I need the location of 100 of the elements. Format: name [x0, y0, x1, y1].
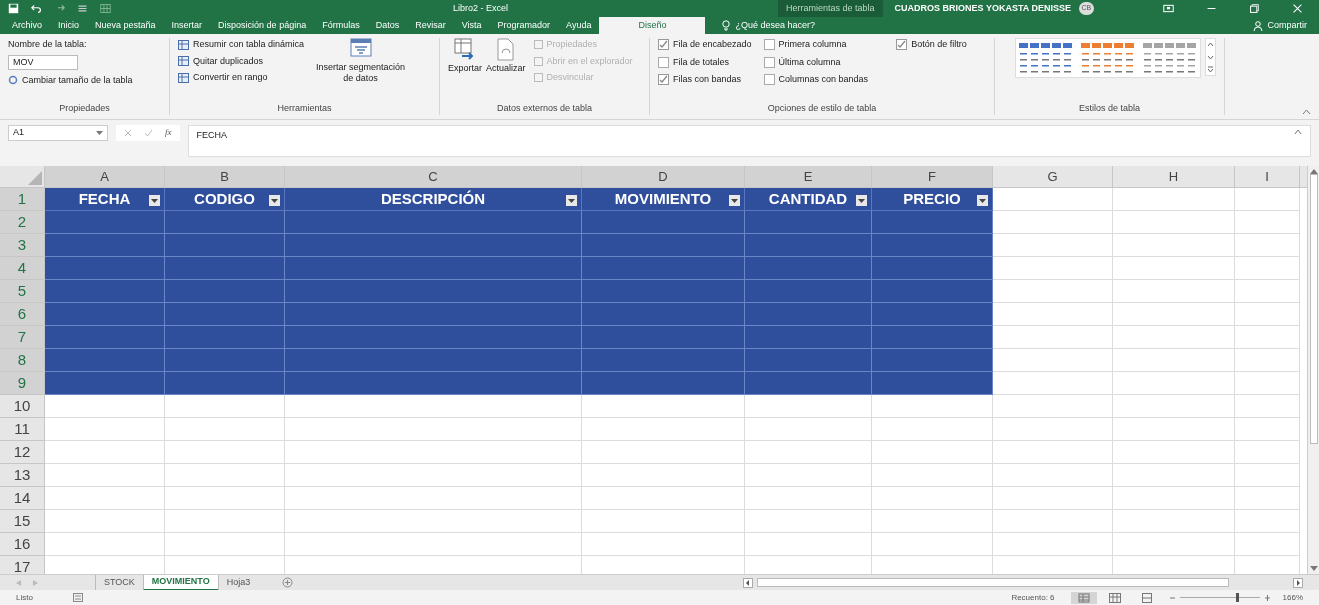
filter-button[interactable]: [729, 195, 740, 206]
grid-cell[interactable]: [1235, 441, 1300, 464]
row-header[interactable]: 8: [0, 349, 45, 372]
name-box[interactable]: A1: [8, 125, 108, 141]
grid-cell[interactable]: [993, 510, 1113, 533]
table-cell[interactable]: [285, 257, 582, 280]
grid-cell[interactable]: [165, 395, 285, 418]
ribbon-tab[interactable]: Revisar: [407, 17, 454, 34]
zoom-in-icon[interactable]: [1263, 592, 1271, 603]
grid-cell[interactable]: [1235, 280, 1300, 303]
grid-cell[interactable]: [993, 487, 1113, 510]
table-cell[interactable]: [872, 349, 993, 372]
column-header[interactable]: G: [993, 166, 1113, 187]
column-header[interactable]: B: [165, 166, 285, 187]
grid-cell[interactable]: [1235, 349, 1300, 372]
table-cell[interactable]: [45, 349, 165, 372]
grid-cell[interactable]: [1235, 487, 1300, 510]
table-cell[interactable]: [285, 349, 582, 372]
table-cell[interactable]: [582, 349, 745, 372]
grid-cell[interactable]: [745, 487, 872, 510]
grid-cell[interactable]: [1235, 303, 1300, 326]
filter-button[interactable]: [566, 195, 577, 206]
grid-cell[interactable]: [285, 533, 582, 556]
grid-cell[interactable]: [1113, 464, 1235, 487]
row-header[interactable]: 15: [0, 510, 45, 533]
more-styles-icon[interactable]: [1206, 63, 1215, 75]
table-header-cell[interactable]: CODIGO: [165, 188, 285, 211]
grid-cell[interactable]: [993, 303, 1113, 326]
grid-cell[interactable]: [1235, 188, 1300, 211]
table-header-cell[interactable]: CANTIDAD: [745, 188, 872, 211]
grid-cell[interactable]: [582, 510, 745, 533]
grid-cell[interactable]: [993, 372, 1113, 395]
ribbon-tab[interactable]: Disposición de página: [210, 17, 315, 34]
ribbon-big-button[interactable]: Exportar: [448, 38, 482, 85]
row-header[interactable]: 9: [0, 372, 45, 395]
row-header[interactable]: 4: [0, 257, 45, 280]
table-cell[interactable]: [582, 234, 745, 257]
ribbon-tab[interactable]: Inicio: [50, 17, 88, 34]
filter-button[interactable]: [269, 195, 280, 206]
grid-cell[interactable]: [1113, 211, 1235, 234]
column-header[interactable]: E: [745, 166, 872, 187]
next-sheet-icon[interactable]: [33, 579, 38, 586]
table-cell[interactable]: [285, 372, 582, 395]
grid-cell[interactable]: [872, 464, 993, 487]
grid-cell[interactable]: [872, 510, 993, 533]
grid-cell[interactable]: [993, 257, 1113, 280]
grid-cell[interactable]: [993, 464, 1113, 487]
table-style-swatch[interactable]: [1018, 41, 1074, 75]
tool-button[interactable]: Resumir con tabla dinámica: [178, 38, 305, 52]
row-header[interactable]: 5: [0, 280, 45, 303]
grid-cell[interactable]: [45, 533, 165, 556]
grid-cell[interactable]: [1113, 418, 1235, 441]
table-cell[interactable]: [582, 280, 745, 303]
grid-cell[interactable]: [1235, 418, 1300, 441]
row-header[interactable]: 11: [0, 418, 45, 441]
grid-cell[interactable]: [1113, 487, 1235, 510]
table-header-cell[interactable]: FECHA: [45, 188, 165, 211]
grid-cell[interactable]: [872, 441, 993, 464]
page-layout-icon[interactable]: [1108, 592, 1121, 603]
checkbox[interactable]: [896, 39, 908, 51]
table-cell[interactable]: [745, 234, 872, 257]
grid-cell[interactable]: [1113, 257, 1235, 280]
table-cell[interactable]: [872, 303, 993, 326]
grid-cell[interactable]: [993, 441, 1113, 464]
grid-cell[interactable]: [993, 211, 1113, 234]
grid-cell[interactable]: [993, 533, 1113, 556]
grid-cell[interactable]: [1113, 372, 1235, 395]
table-cell[interactable]: [745, 280, 872, 303]
filter-button[interactable]: [856, 195, 867, 206]
ribbon-tab[interactable]: Diseño: [599, 17, 706, 34]
table-cell[interactable]: [285, 211, 582, 234]
grid-cell[interactable]: [582, 487, 745, 510]
grid-cell[interactable]: [1235, 395, 1300, 418]
add-sheet-icon[interactable]: [282, 577, 294, 588]
row-header[interactable]: 16: [0, 533, 45, 556]
row-header[interactable]: 10: [0, 395, 45, 418]
table-header-cell[interactable]: PRECIO: [872, 188, 993, 211]
cancel-icon[interactable]: [124, 129, 132, 137]
grid-cell[interactable]: [285, 487, 582, 510]
checkbox[interactable]: [658, 56, 669, 68]
table-cell[interactable]: [45, 234, 165, 257]
grid-cell[interactable]: [1113, 510, 1235, 533]
ribbon-tab[interactable]: Fórmulas: [314, 17, 368, 34]
table-cell[interactable]: [165, 303, 285, 326]
table-cell[interactable]: [45, 372, 165, 395]
table-cell[interactable]: [745, 303, 872, 326]
grid-cell[interactable]: [285, 464, 582, 487]
grid-cell[interactable]: [45, 395, 165, 418]
grid-cell[interactable]: [745, 395, 872, 418]
grid-cell[interactable]: [745, 464, 872, 487]
macro-record-icon[interactable]: [72, 593, 83, 602]
grid-cell[interactable]: [1235, 464, 1300, 487]
tell-me-field[interactable]: ¿Qué desea hacer?: [721, 17, 816, 34]
column-header[interactable]: C: [285, 166, 582, 187]
grid-cell[interactable]: [165, 441, 285, 464]
grid-cell[interactable]: [165, 510, 285, 533]
table-style-swatch[interactable]: [1142, 41, 1198, 75]
table-cell[interactable]: [45, 280, 165, 303]
table-cell[interactable]: [165, 211, 285, 234]
grid-cell[interactable]: [582, 441, 745, 464]
